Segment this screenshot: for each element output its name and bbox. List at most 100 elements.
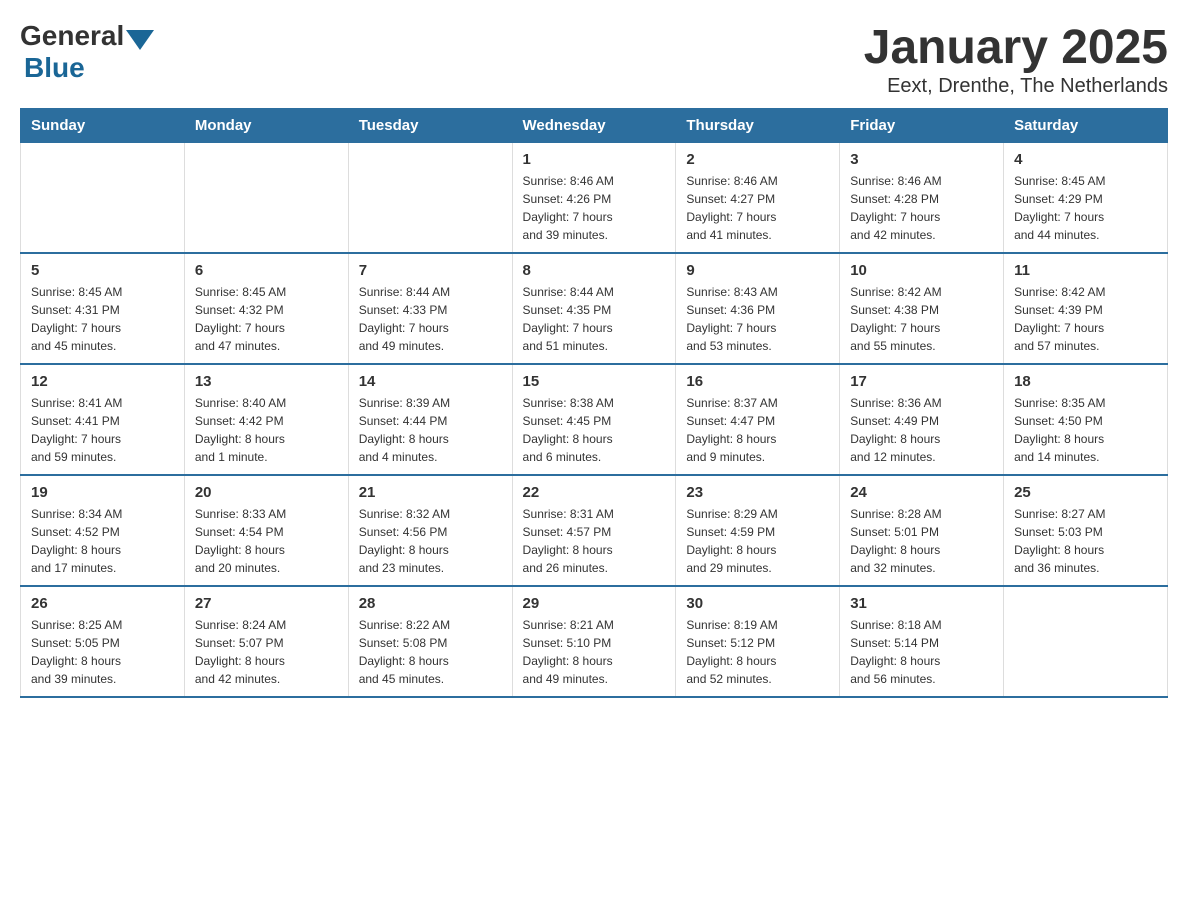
calendar-week-row: 1Sunrise: 8:46 AM Sunset: 4:26 PM Daylig… [21,143,1168,254]
calendar-title: January 2025 [864,20,1168,75]
table-row: 7 Sunrise: 8:44 AM Sunset: 4:33 PM Daylig… [348,253,512,364]
table-row: 21 Sunrise: 8:32 AM Sunset: 4:56 PM Dayli… [348,475,512,586]
calendar-week-row: 5 Sunrise: 8:45 AM Sunset: 4:31 PM Daylig… [21,253,1168,364]
table-row: 19 Sunrise: 8:34 AM Sunset: 4:52 PM Dayli… [21,475,185,586]
col-wednesday: Wednesday [512,109,676,143]
day-info: Sunrise: 8:43 AM Sunset: 4:36 PM Dayligh… [686,283,829,355]
day-number: 10 [850,262,993,279]
page-header: General Blue January 2025 Eext, Drenthe,… [20,20,1168,98]
day-number: 18 [1014,373,1157,390]
table-row: 14 Sunrise: 8:39 AM Sunset: 4:44 PM Dayli… [348,364,512,475]
table-row: 29Sunrise: 8:21 AM Sunset: 5:10 PM Dayli… [512,586,676,697]
logo-general: General [20,20,124,52]
day-info: Sunrise: 8:45 AM Sunset: 4:32 PM Dayligh… [195,283,338,355]
day-number: 27 [195,595,338,612]
day-info: Sunrise: 8:38 AM Sunset: 4:45 PM Dayligh… [523,394,666,466]
day-info: Sunrise: 8:21 AM Sunset: 5:10 PM Dayligh… [523,616,666,688]
day-number: 8 [523,262,666,279]
table-row: 3Sunrise: 8:46 AM Sunset: 4:28 PM Daylig… [840,143,1004,254]
day-info: Sunrise: 8:19 AM Sunset: 5:12 PM Dayligh… [686,616,829,688]
table-row [1004,586,1168,697]
day-number: 25 [1014,484,1157,501]
table-row: 24Sunrise: 8:28 AM Sunset: 5:01 PM Dayli… [840,475,1004,586]
day-info: Sunrise: 8:22 AM Sunset: 5:08 PM Dayligh… [359,616,502,688]
day-info: Sunrise: 8:44 AM Sunset: 4:33 PM Dayligh… [359,283,502,355]
table-row: 23 Sunrise: 8:29 AM Sunset: 4:59 PM Dayli… [676,475,840,586]
table-row [184,143,348,254]
table-row: 31Sunrise: 8:18 AM Sunset: 5:14 PM Dayli… [840,586,1004,697]
table-row: 17 Sunrise: 8:36 AM Sunset: 4:49 PM Dayli… [840,364,1004,475]
day-info: Sunrise: 8:46 AM Sunset: 4:27 PM Dayligh… [686,172,829,244]
col-saturday: Saturday [1004,109,1168,143]
table-row: 4 Sunrise: 8:45 AM Sunset: 4:29 PM Daylig… [1004,143,1168,254]
day-info: Sunrise: 8:37 AM Sunset: 4:47 PM Dayligh… [686,394,829,466]
day-number: 21 [359,484,502,501]
day-number: 5 [31,262,174,279]
day-number: 9 [686,262,829,279]
table-row: 30 Sunrise: 8:19 AM Sunset: 5:12 PM Dayli… [676,586,840,697]
day-number: 30 [686,595,829,612]
day-info: Sunrise: 8:27 AM Sunset: 5:03 PM Dayligh… [1014,505,1157,577]
day-number: 19 [31,484,174,501]
table-row: 6 Sunrise: 8:45 AM Sunset: 4:32 PM Daylig… [184,253,348,364]
table-row: 13Sunrise: 8:40 AM Sunset: 4:42 PM Dayli… [184,364,348,475]
day-number: 15 [523,373,666,390]
col-sunday: Sunday [21,109,185,143]
day-info: Sunrise: 8:42 AM Sunset: 4:39 PM Dayligh… [1014,283,1157,355]
day-number: 6 [195,262,338,279]
day-number: 28 [359,595,502,612]
calendar-table: Sunday Monday Tuesday Wednesday Thursday… [20,108,1168,698]
table-row: 26Sunrise: 8:25 AM Sunset: 5:05 PM Dayli… [21,586,185,697]
day-number: 4 [1014,151,1157,168]
col-tuesday: Tuesday [348,109,512,143]
title-block: January 2025 Eext, Drenthe, The Netherla… [864,20,1168,98]
day-info: Sunrise: 8:29 AM Sunset: 4:59 PM Dayligh… [686,505,829,577]
col-monday: Monday [184,109,348,143]
day-number: 23 [686,484,829,501]
day-info: Sunrise: 8:45 AM Sunset: 4:29 PM Dayligh… [1014,172,1157,244]
day-info: Sunrise: 8:45 AM Sunset: 4:31 PM Dayligh… [31,283,174,355]
day-number: 16 [686,373,829,390]
day-info: Sunrise: 8:34 AM Sunset: 4:52 PM Dayligh… [31,505,174,577]
table-row: 5 Sunrise: 8:45 AM Sunset: 4:31 PM Daylig… [21,253,185,364]
day-number: 12 [31,373,174,390]
day-info: Sunrise: 8:32 AM Sunset: 4:56 PM Dayligh… [359,505,502,577]
logo-triangle-icon [126,30,154,50]
calendar-subtitle: Eext, Drenthe, The Netherlands [864,75,1168,98]
day-number: 17 [850,373,993,390]
logo: General Blue [20,20,154,84]
table-row: 28 Sunrise: 8:22 AM Sunset: 5:08 PM Dayli… [348,586,512,697]
table-row: 27 Sunrise: 8:24 AM Sunset: 5:07 PM Dayli… [184,586,348,697]
table-row: 9 Sunrise: 8:43 AM Sunset: 4:36 PM Daylig… [676,253,840,364]
table-row: 11 Sunrise: 8:42 AM Sunset: 4:39 PM Dayli… [1004,253,1168,364]
day-info: Sunrise: 8:36 AM Sunset: 4:49 PM Dayligh… [850,394,993,466]
day-info: Sunrise: 8:28 AM Sunset: 5:01 PM Dayligh… [850,505,993,577]
day-number: 14 [359,373,502,390]
day-info: Sunrise: 8:33 AM Sunset: 4:54 PM Dayligh… [195,505,338,577]
table-row: 16 Sunrise: 8:37 AM Sunset: 4:47 PM Dayli… [676,364,840,475]
day-number: 22 [523,484,666,501]
table-row: 25 Sunrise: 8:27 AM Sunset: 5:03 PM Dayli… [1004,475,1168,586]
day-number: 11 [1014,262,1157,279]
table-row: 18Sunrise: 8:35 AM Sunset: 4:50 PM Dayli… [1004,364,1168,475]
logo-blue: Blue [24,52,154,84]
calendar-week-row: 26Sunrise: 8:25 AM Sunset: 5:05 PM Dayli… [21,586,1168,697]
day-info: Sunrise: 8:42 AM Sunset: 4:38 PM Dayligh… [850,283,993,355]
table-row: 2 Sunrise: 8:46 AM Sunset: 4:27 PM Daylig… [676,143,840,254]
table-row: 8Sunrise: 8:44 AM Sunset: 4:35 PM Daylig… [512,253,676,364]
col-friday: Friday [840,109,1004,143]
day-number: 7 [359,262,502,279]
table-row: 12Sunrise: 8:41 AM Sunset: 4:41 PM Dayli… [21,364,185,475]
day-info: Sunrise: 8:24 AM Sunset: 5:07 PM Dayligh… [195,616,338,688]
day-info: Sunrise: 8:31 AM Sunset: 4:57 PM Dayligh… [523,505,666,577]
day-number: 2 [686,151,829,168]
day-info: Sunrise: 8:39 AM Sunset: 4:44 PM Dayligh… [359,394,502,466]
day-number: 3 [850,151,993,168]
table-row [21,143,185,254]
table-row: 1Sunrise: 8:46 AM Sunset: 4:26 PM Daylig… [512,143,676,254]
day-number: 20 [195,484,338,501]
day-info: Sunrise: 8:40 AM Sunset: 4:42 PM Dayligh… [195,394,338,466]
table-row: 20 Sunrise: 8:33 AM Sunset: 4:54 PM Dayli… [184,475,348,586]
table-row: 10 Sunrise: 8:42 AM Sunset: 4:38 PM Dayli… [840,253,1004,364]
calendar-week-row: 19 Sunrise: 8:34 AM Sunset: 4:52 PM Dayli… [21,475,1168,586]
